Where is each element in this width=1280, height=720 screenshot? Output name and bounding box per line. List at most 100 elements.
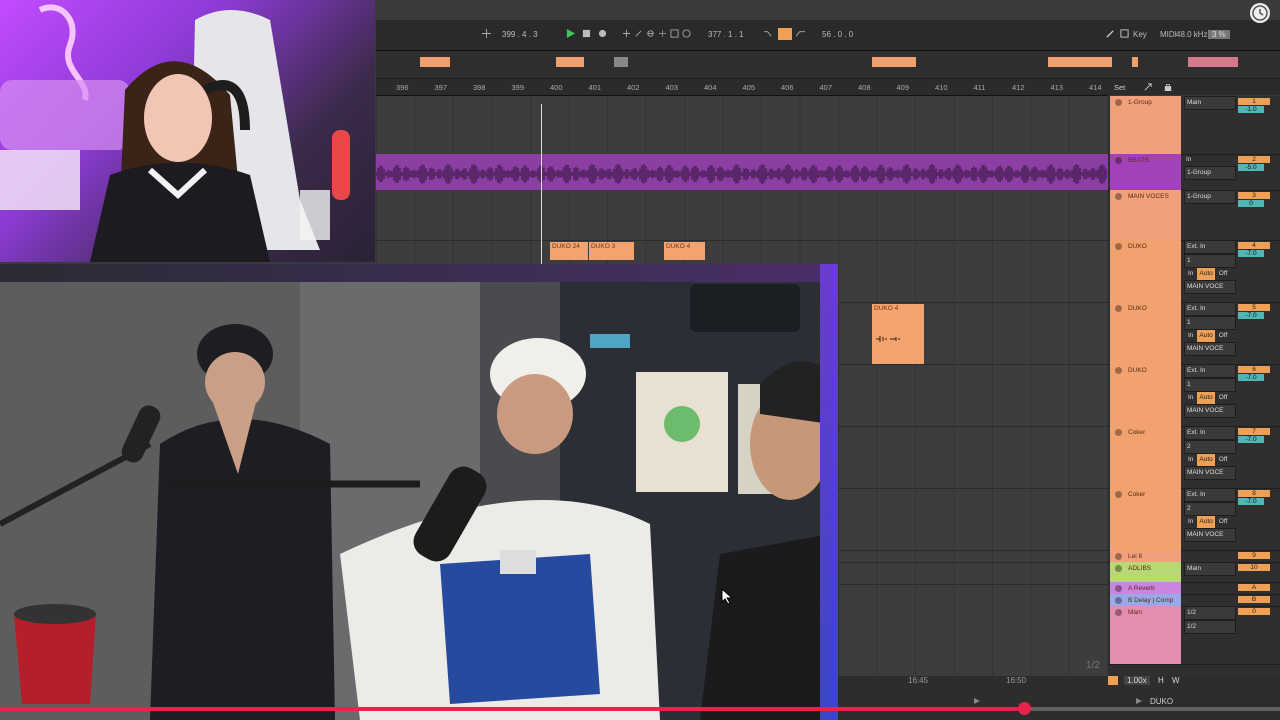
monitor-option[interactable]: Off [1217, 516, 1230, 528]
key-map-label[interactable]: Key [1133, 30, 1147, 39]
monitor-option[interactable]: Auto [1197, 392, 1215, 404]
volume-field[interactable]: -1.0 [1238, 106, 1264, 113]
track-header[interactable]: DUKO [1110, 240, 1181, 302]
song-position[interactable]: 399 . 4 . 3 [502, 30, 538, 39]
loop-switch-icon[interactable] [778, 28, 792, 40]
track-header[interactable]: Coker [1110, 488, 1181, 550]
monitor-option[interactable]: Auto [1197, 268, 1215, 280]
monitor-option[interactable]: Auto [1197, 516, 1215, 528]
track-activator[interactable]: 6 [1238, 366, 1270, 373]
track-activator[interactable]: 1 [1238, 98, 1270, 105]
output-select[interactable]: Main [1184, 96, 1236, 110]
track-activator[interactable]: A [1238, 584, 1270, 591]
fold-icon[interactable] [1115, 585, 1122, 592]
output-select[interactable]: Main [1184, 562, 1236, 576]
fold-icon[interactable] [1115, 305, 1122, 312]
volume-field[interactable]: -7.0 [1238, 436, 1264, 443]
monitor-option[interactable]: Off [1217, 454, 1230, 466]
output-select[interactable]: 1-Group [1184, 166, 1236, 180]
lock-icon[interactable] [1164, 83, 1172, 91]
monitor-option[interactable]: In [1186, 516, 1195, 528]
clip-duko-24[interactable]: DUKO 24 [550, 242, 588, 260]
draw-mode-icon[interactable] [1106, 29, 1115, 38]
output-select[interactable]: MAIN VOCE [1184, 404, 1236, 418]
video-scrubber-handle[interactable] [1018, 702, 1031, 715]
fold-icon[interactable] [1115, 367, 1122, 374]
record-icon[interactable] [598, 29, 607, 38]
track-header[interactable]: Main [1110, 606, 1181, 664]
arrangement-overview[interactable] [376, 51, 1280, 79]
output-select[interactable]: 1/2 [1184, 606, 1236, 620]
track-activator[interactable]: 3 [1238, 192, 1270, 199]
monitor-option[interactable]: In [1186, 454, 1195, 466]
track-row[interactable]: Coker Ext. In 2 In Auto Off MAIN VOCE 7 -7.0 [1108, 426, 1280, 489]
fold-icon[interactable] [1115, 243, 1122, 250]
track-row[interactable]: ADLIBS Main 10 [1108, 562, 1280, 583]
track-activator[interactable]: 2 [1238, 156, 1270, 163]
scroll-right-icon-2[interactable] [1136, 698, 1142, 704]
track-row[interactable]: DUKO Ext. In 1 In Auto Off MAIN VOCE 4 -7.0 [1108, 240, 1280, 303]
track-row[interactable]: MAIN VOCES 1-Group 3 0 [1108, 190, 1280, 241]
input-channel-select[interactable]: 2 [1184, 502, 1236, 516]
clip-duko-3[interactable]: DUKO 3 [589, 242, 634, 260]
monitor-option[interactable]: In [1186, 268, 1195, 280]
overdub-icon[interactable] [658, 29, 667, 38]
track-activator[interactable]: B [1238, 596, 1270, 603]
track-header[interactable]: 1-Group [1110, 96, 1181, 154]
w-toggle[interactable]: W [1172, 676, 1180, 685]
scroll-right-icon[interactable] [974, 698, 980, 704]
input-type-select[interactable]: Ext. In [1184, 488, 1236, 502]
fold-icon[interactable] [1115, 193, 1122, 200]
input-type-select[interactable]: Ext. In [1184, 426, 1236, 440]
track-header[interactable]: B Delay | Comp [1110, 594, 1181, 606]
loop-length[interactable]: 56 . 0 . 0 [822, 30, 853, 39]
input-channel-select[interactable]: 2 [1184, 440, 1236, 454]
clip-duko-4[interactable]: DUKO 4 [664, 242, 705, 260]
tap-tempo-icon[interactable] [482, 29, 491, 38]
volume-field[interactable]: -7.0 [1238, 374, 1264, 381]
monitor-option[interactable]: Auto [1197, 454, 1215, 466]
stop-icon[interactable] [582, 29, 591, 38]
volume-field[interactable]: -7.0 [1238, 312, 1264, 319]
monitor-option[interactable]: In [1186, 330, 1195, 342]
monitor-option[interactable]: Off [1217, 392, 1230, 404]
track-activator[interactable]: 5 [1238, 304, 1270, 311]
track-activator[interactable]: 9 [1238, 552, 1270, 559]
track-row[interactable]: DUKO Ext. In 1 In Auto Off MAIN VOCE 5 -7.0 [1108, 302, 1280, 365]
track-row[interactable]: DUKO Ext. In 1 In Auto Off MAIN VOCE 6 -7.0 [1108, 364, 1280, 427]
input-type-select[interactable]: Ext. In [1184, 364, 1236, 378]
track-activator[interactable]: 7 [1238, 428, 1270, 435]
set-locator-button[interactable]: Set [1114, 83, 1125, 92]
track-row[interactable]: BEATS In 1-Group 2 -5.0 [1108, 154, 1280, 191]
bar-ruler[interactable]: 396 397 398 399 400 401 402 403 404 405 406 407 408 4… [376, 79, 1108, 96]
follow-icon[interactable] [1108, 676, 1118, 685]
output-select[interactable]: 1/2 [1184, 620, 1236, 634]
volume-field[interactable]: -7.0 [1238, 250, 1264, 257]
track-row[interactable]: Main 1/2 1/2 0 [1108, 606, 1280, 665]
track-row[interactable]: Coker Ext. In 2 In Auto Off MAIN VOCE 8 -7.0 [1108, 488, 1280, 551]
automation-arm-icon[interactable] [634, 29, 643, 38]
input-channel-select[interactable]: 1 [1184, 316, 1236, 330]
track-header[interactable]: MAIN VOCES [1110, 190, 1181, 240]
track-activator[interactable]: 10 [1238, 564, 1270, 571]
input-channel-select[interactable]: 1 [1184, 378, 1236, 392]
expand-icon[interactable] [1144, 83, 1152, 91]
monitor-option[interactable]: Off [1217, 268, 1230, 280]
volume-field[interactable]: -5.0 [1238, 164, 1264, 171]
output-select[interactable]: MAIN VOCE [1184, 280, 1236, 294]
track-row[interactable]: 1-Group Main 1 -1.0 [1108, 96, 1280, 155]
volume-field[interactable]: 0 [1238, 200, 1264, 207]
input-channel-select[interactable]: 1 [1184, 254, 1236, 268]
loop-start[interactable]: 377 . 1 . 1 [708, 30, 744, 39]
volume-field[interactable]: -7.0 [1238, 498, 1264, 505]
key-map-icon[interactable] [1120, 29, 1129, 38]
monitor-option[interactable]: In [1186, 392, 1195, 404]
clip-duko-4-b[interactable]: DUKO 4 [872, 304, 924, 364]
session-record-icon[interactable] [646, 29, 655, 38]
h-toggle[interactable]: H [1158, 676, 1164, 685]
monitor-in[interactable]: In [1184, 154, 1236, 166]
stream-video[interactable] [0, 264, 838, 720]
video-progress-bar[interactable] [0, 702, 1280, 715]
track-header[interactable]: BEATS [1110, 154, 1181, 190]
fold-icon[interactable] [1115, 99, 1122, 106]
